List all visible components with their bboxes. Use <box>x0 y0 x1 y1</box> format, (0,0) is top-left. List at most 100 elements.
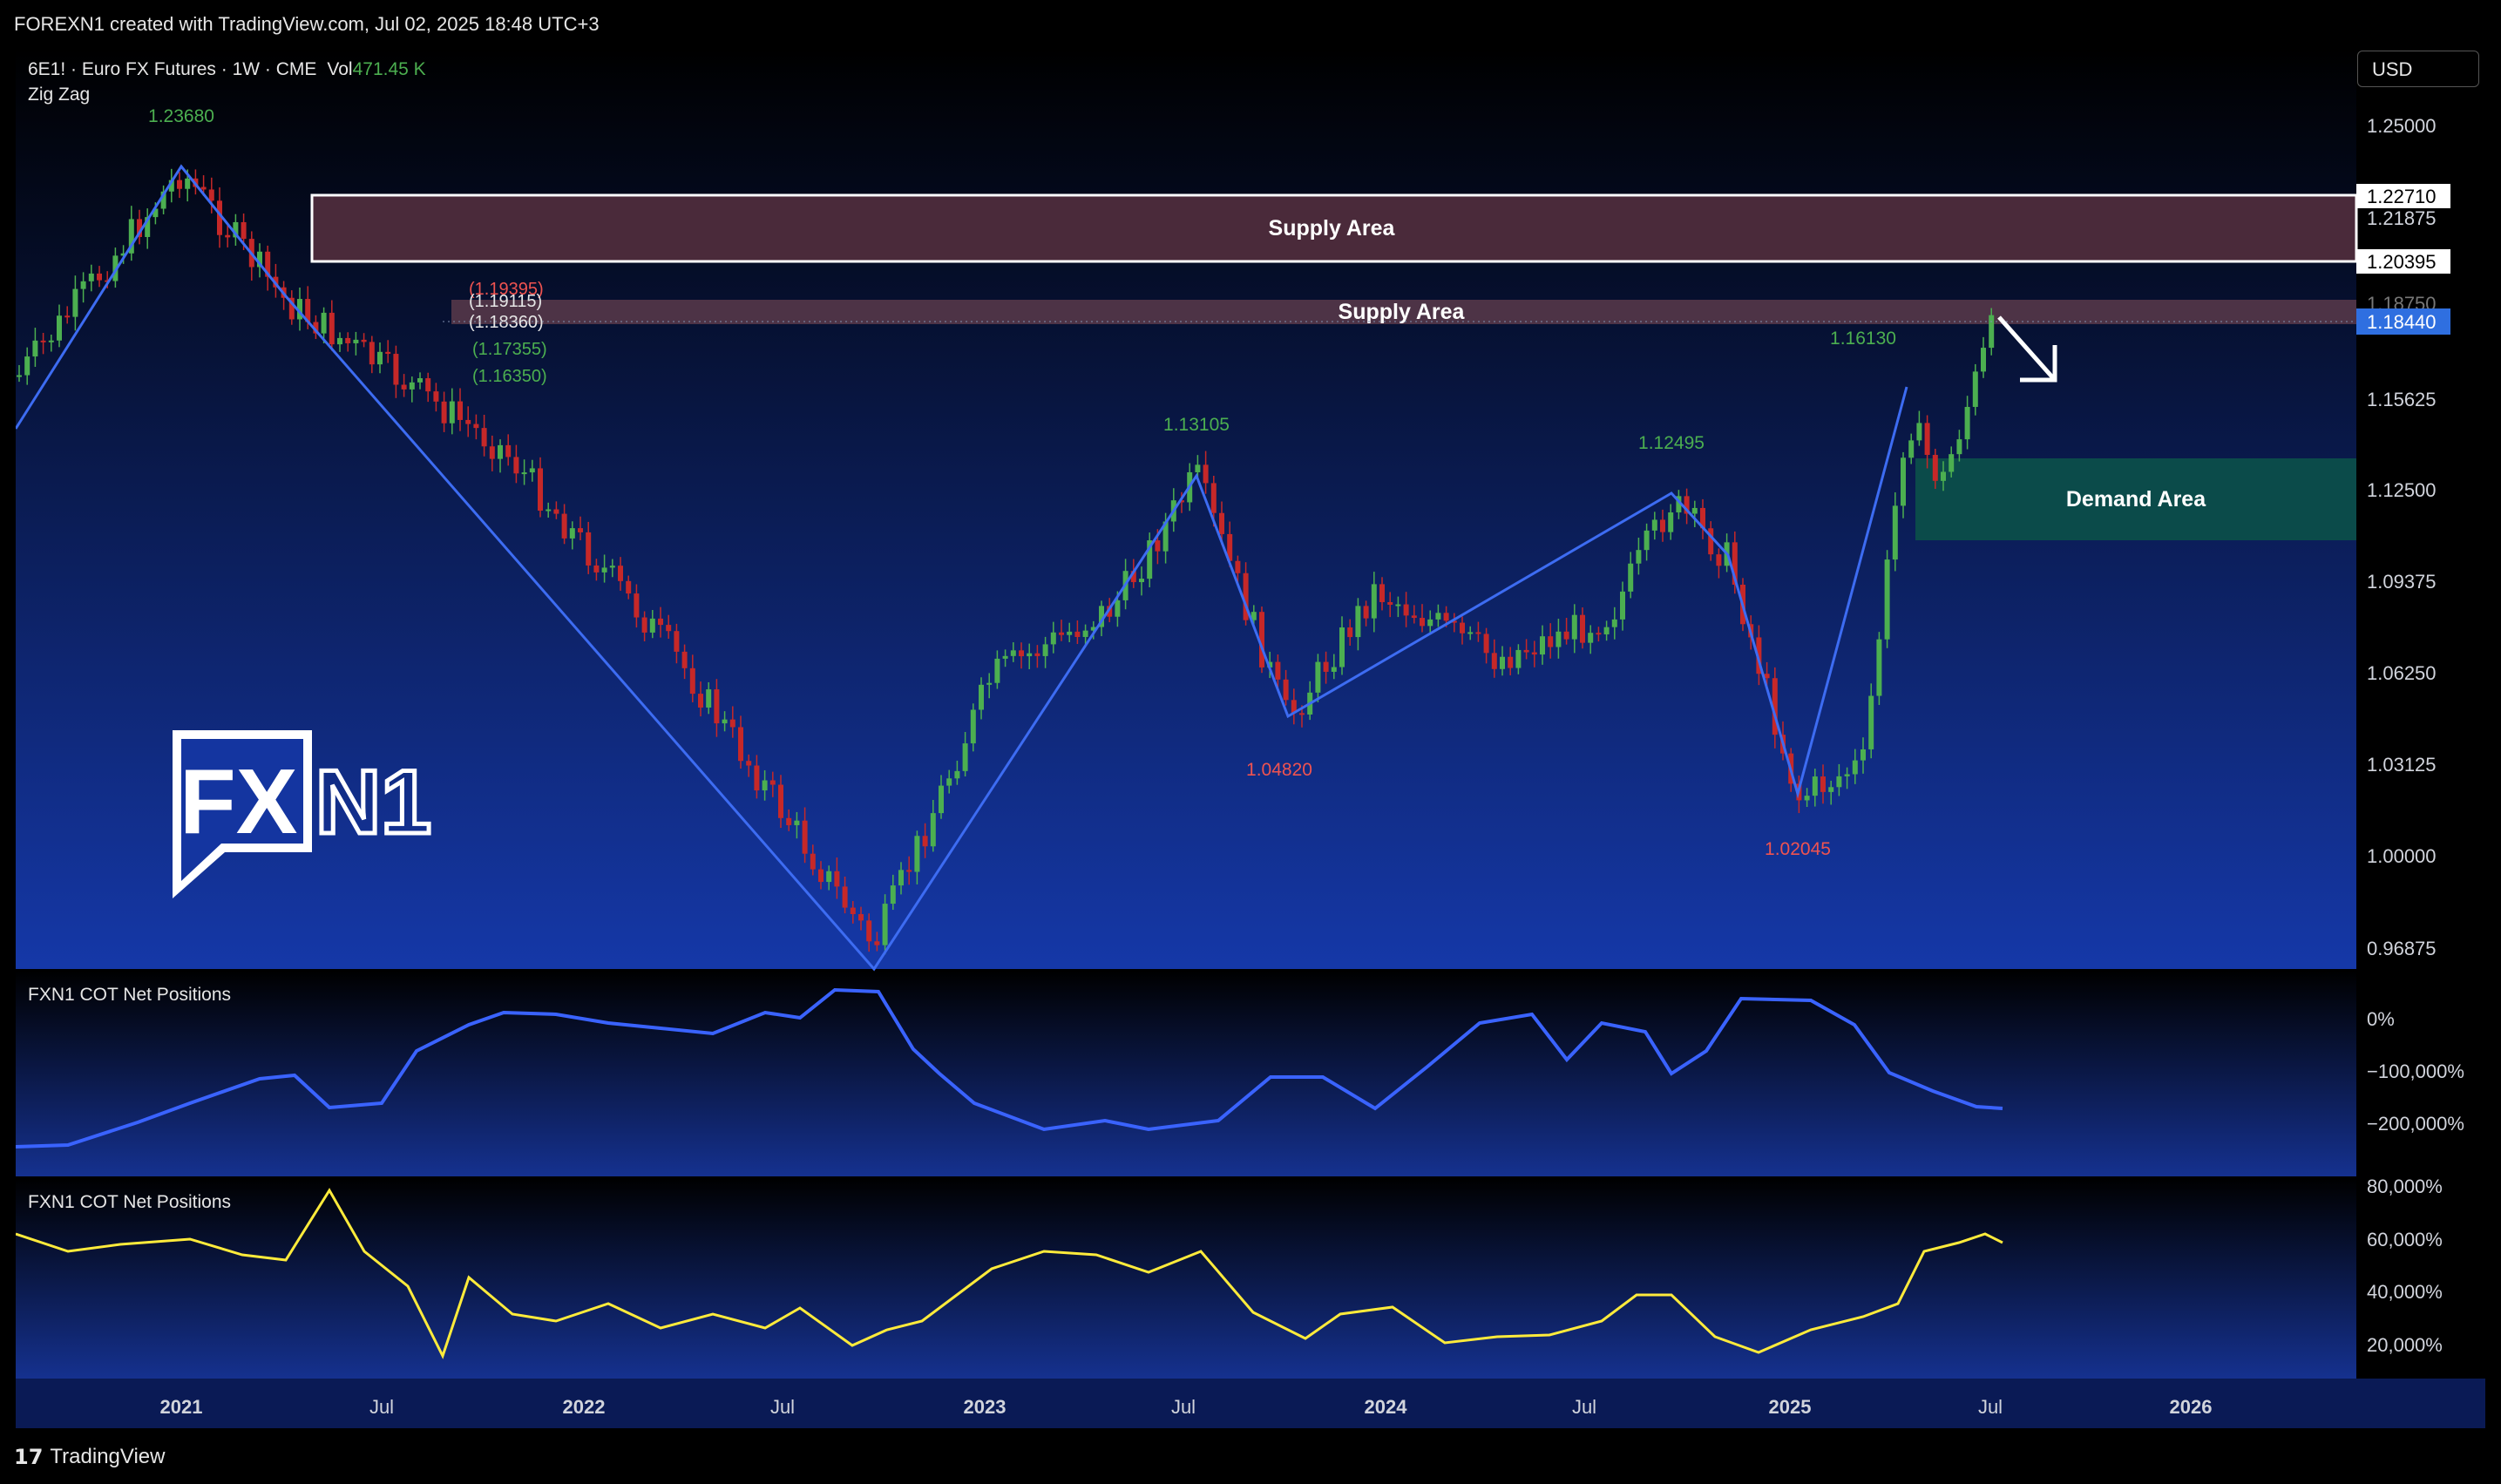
candle-body <box>986 682 993 685</box>
zigzag-label-high-2024: 1.12495 <box>1638 433 1705 453</box>
time-tick-2025: 2025 <box>1769 1396 1812 1418</box>
candle-body <box>177 180 182 189</box>
candle-body <box>586 532 592 566</box>
candle-body <box>674 631 680 652</box>
price-line-label-1: 1.22710 <box>2367 186 2437 207</box>
candle-body <box>1067 631 1073 635</box>
candle-body <box>409 382 415 390</box>
candle-body <box>898 870 904 886</box>
candle-body <box>1620 591 1625 620</box>
logo-n1-text: N1 <box>315 752 431 853</box>
supply-area-lower-label: Supply Area <box>1339 300 1466 324</box>
price-tick-4: 1.12500 <box>2367 479 2437 501</box>
candle-body <box>1050 632 1056 645</box>
candle-body <box>834 871 840 887</box>
candle-body <box>561 513 567 539</box>
position-label-5: (1.16350) <box>472 367 547 386</box>
candle-body <box>473 424 479 429</box>
zigzag-label-low-2025: 1.02045 <box>1765 839 1831 859</box>
time-tick-2021: 2021 <box>160 1396 203 1418</box>
candle-body <box>658 618 663 626</box>
candle-body <box>1347 627 1353 638</box>
chart-area[interactable]: Supply Area Supply Area Demand Area 1.23… <box>16 49 2485 1428</box>
candle-body <box>498 444 503 459</box>
candle-body <box>569 528 575 539</box>
candle-body <box>200 186 207 190</box>
candle-body <box>369 342 375 365</box>
cot2-title: FXN1 COT Net Positions <box>28 1192 231 1212</box>
candle-body <box>1908 440 1915 458</box>
candle-body <box>922 836 928 847</box>
candle-body <box>1884 559 1890 640</box>
candle-body <box>80 281 86 289</box>
candle-body <box>601 567 607 573</box>
candle-body <box>762 780 768 791</box>
candle-body <box>979 684 984 710</box>
candle-body <box>1411 615 1417 619</box>
candle-body <box>1860 749 1866 761</box>
zigzag-label-high-2025: 1.16130 <box>1830 329 1896 349</box>
indicator-legend: Zig Zag <box>28 85 90 105</box>
candle-body <box>361 339 367 342</box>
candle-body <box>1339 627 1345 667</box>
cot1-title: FXN1 COT Net Positions <box>28 985 231 1005</box>
candle-body <box>1460 622 1465 634</box>
tradingview-brand: TradingView <box>50 1445 166 1468</box>
price-line-label-2: 1.20395 <box>2367 251 2437 273</box>
chart-canvas[interactable]: Supply Area Supply Area Demand Area 1.23… <box>16 49 2485 1428</box>
position-label-2: (1.19115) <box>469 292 542 311</box>
candle-body <box>914 836 920 872</box>
candle-body <box>425 378 431 392</box>
tradingview-logo[interactable]: 17 TradingView <box>14 1445 165 1469</box>
cot2-tick-4: 20,000% <box>2367 1334 2443 1356</box>
cot2-tick-3: 40,000% <box>2367 1281 2443 1303</box>
candle-body <box>994 658 1000 683</box>
candle-body <box>1828 787 1834 792</box>
candle-body <box>208 189 214 201</box>
candle-body <box>481 428 487 447</box>
candle-body <box>465 419 471 424</box>
candle-body <box>858 914 864 921</box>
candle-body <box>1812 776 1818 796</box>
candle-body <box>72 288 78 317</box>
candle-body <box>1691 507 1698 514</box>
candle-body <box>1315 661 1321 693</box>
candle-body <box>64 315 71 318</box>
candle-body <box>609 566 615 568</box>
symbol-legend: 6E1! · Euro FX Futures · 1W · CME Vol471.… <box>28 59 426 79</box>
candle-body <box>337 337 342 345</box>
candle-body <box>353 339 359 343</box>
candle-body <box>401 384 407 390</box>
candle-body <box>1708 528 1714 555</box>
candle-body <box>698 694 703 708</box>
candle-body <box>1155 540 1161 552</box>
candle-body <box>1491 653 1497 669</box>
price-tick-2: 1.21875 <box>2367 207 2437 229</box>
candle-body <box>593 565 600 573</box>
candle-body <box>1660 519 1665 532</box>
candle-body <box>393 354 399 385</box>
candle-body <box>1820 776 1826 792</box>
candle-body <box>1515 649 1522 668</box>
candle-body <box>345 337 351 343</box>
candle-body <box>1563 631 1569 640</box>
candle-body <box>321 312 327 334</box>
currency-button[interactable]: USD <box>2357 51 2479 87</box>
candle-body <box>385 351 391 355</box>
candle-body <box>778 784 783 818</box>
candle-body <box>1483 634 1489 654</box>
cot1-pane-bg <box>16 971 2356 1176</box>
price-tick-6: 1.06250 <box>2367 662 2437 684</box>
candle-body <box>1981 348 1986 372</box>
candle-body <box>1420 618 1425 627</box>
candle-body <box>225 234 231 238</box>
candle-body <box>1989 315 1995 349</box>
candle-body <box>1275 661 1281 680</box>
candle-body <box>40 340 46 342</box>
candle-body <box>810 853 816 870</box>
cot2-tick-2: 60,000% <box>2367 1229 2443 1250</box>
candle-body <box>729 719 735 728</box>
candle-body <box>1074 631 1081 637</box>
time-tick-jul-2021: Jul <box>369 1396 394 1418</box>
candle-body <box>1435 613 1441 620</box>
